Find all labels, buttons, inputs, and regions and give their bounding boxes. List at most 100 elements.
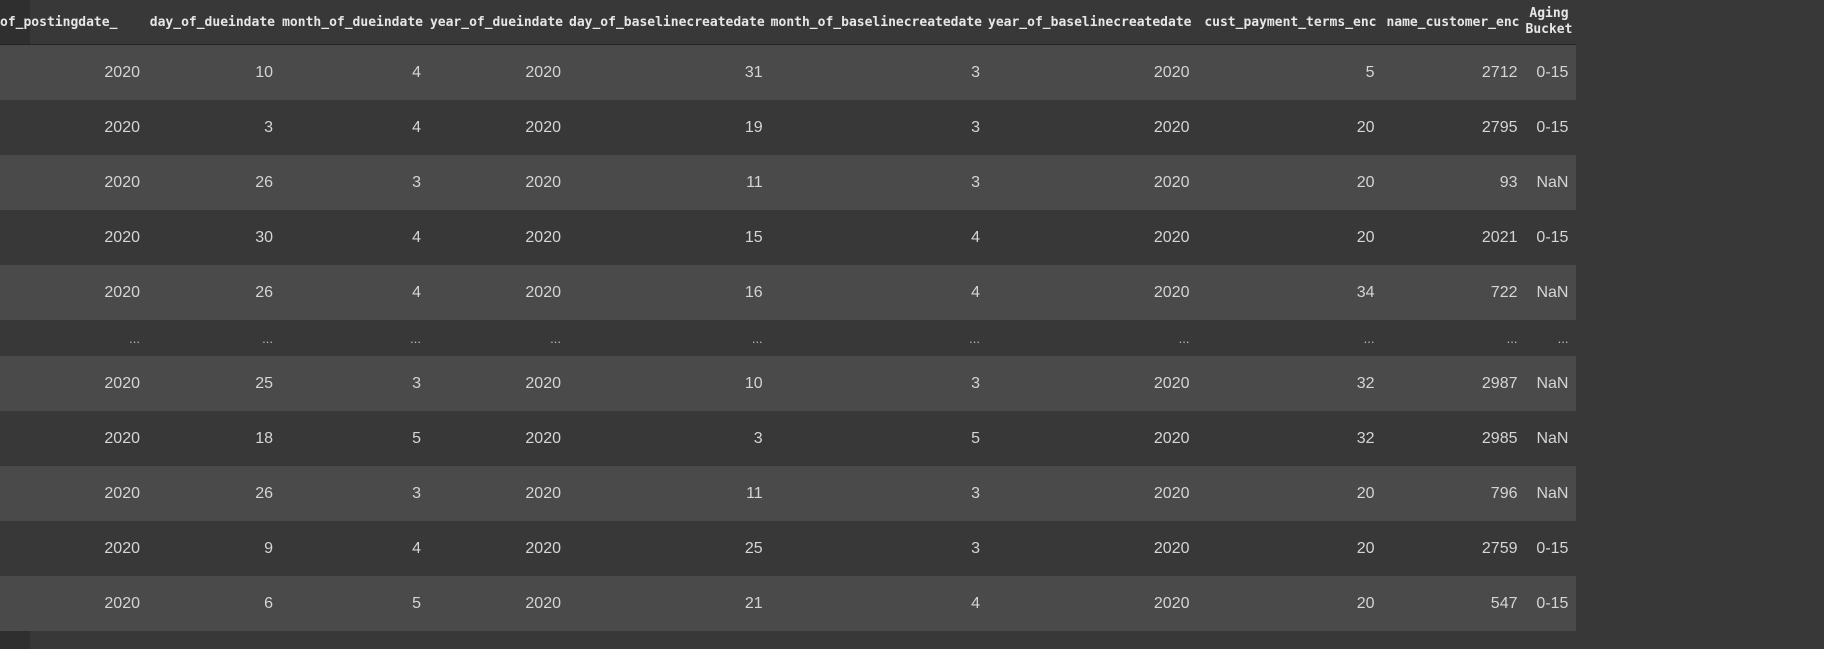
table-cell: 4 xyxy=(281,521,429,576)
table-cell: 3 xyxy=(148,100,281,155)
column-header: year_of_dueindate xyxy=(429,0,569,45)
table-cell: 2020 xyxy=(0,466,148,521)
table-cell: 5 xyxy=(281,411,429,466)
table-cell: 11 xyxy=(569,466,771,521)
table-cell: 4 xyxy=(770,576,988,631)
table-cell: 2020 xyxy=(429,521,569,576)
table-cell: 2020 xyxy=(988,466,1198,521)
table-cell: 3 xyxy=(281,466,429,521)
table-row: 2020 25 3 2020 10 3 2020 32 2987 NaN xyxy=(0,356,1577,411)
ellipsis-cell: ... xyxy=(988,320,1198,356)
ellipsis-cell: ... xyxy=(1382,320,1526,356)
table-cell: 796 xyxy=(1382,466,1526,521)
table-cell: 18 xyxy=(148,411,281,466)
table-cell: 2987 xyxy=(1382,356,1526,411)
table-cell: 5 xyxy=(1197,44,1383,100)
table-row: 2020 26 3 2020 11 3 2020 20 796 NaN xyxy=(0,466,1577,521)
table-cell: 2020 xyxy=(429,265,569,320)
table-row: 2020 18 5 2020 3 5 2020 32 2985 NaN xyxy=(0,411,1577,466)
table-row: 2020 30 4 2020 15 4 2020 20 2021 0-15 xyxy=(0,210,1577,265)
ellipsis-cell: ... xyxy=(1525,320,1577,356)
table-cell: 2020 xyxy=(0,411,148,466)
ellipsis-cell: ... xyxy=(281,320,429,356)
table-cell: 3 xyxy=(281,356,429,411)
table-cell: 2020 xyxy=(429,44,569,100)
table-cell: 5 xyxy=(770,411,988,466)
ellipsis-cell: ... xyxy=(770,320,988,356)
table-cell: 11 xyxy=(569,155,771,210)
ellipsis-cell: ... xyxy=(1197,320,1383,356)
table-row: 2020 9 4 2020 25 3 2020 20 2759 0-15 xyxy=(0,521,1577,576)
table-cell: 0-15 xyxy=(1525,210,1577,265)
table-cell: 25 xyxy=(148,356,281,411)
table-cell: 0-15 xyxy=(1525,521,1577,576)
table-cell: 4 xyxy=(770,265,988,320)
column-header: day_of_dueindate xyxy=(148,0,281,45)
table-cell: 3 xyxy=(770,155,988,210)
table-cell: 2759 xyxy=(1382,521,1526,576)
table-cell: 20 xyxy=(1197,100,1383,155)
column-header: Aging Bucket xyxy=(1525,0,1577,45)
table-cell: 3 xyxy=(770,100,988,155)
table-cell: 25 xyxy=(569,521,771,576)
table-cell: 2020 xyxy=(0,576,148,631)
table-cell: 2020 xyxy=(429,210,569,265)
table-cell: 2020 xyxy=(0,44,148,100)
table-cell: 722 xyxy=(1382,265,1526,320)
table-cell: 3 xyxy=(569,411,771,466)
table-cell: 2020 xyxy=(988,155,1198,210)
table-cell: 30 xyxy=(148,210,281,265)
table-cell: 32 xyxy=(1197,356,1383,411)
table-cell: 19 xyxy=(569,100,771,155)
table-cell: 2020 xyxy=(429,100,569,155)
table-cell: 2020 xyxy=(0,521,148,576)
table-cell: 5 xyxy=(281,576,429,631)
table-cell: 3 xyxy=(281,155,429,210)
table-cell: 20 xyxy=(1197,576,1383,631)
table-cell: 3 xyxy=(770,44,988,100)
table-cell: 15 xyxy=(569,210,771,265)
table-cell: 20 xyxy=(1197,155,1383,210)
table-cell: 2020 xyxy=(988,44,1198,100)
table-cell: 2020 xyxy=(429,411,569,466)
ellipsis-cell: ... xyxy=(429,320,569,356)
ellipsis-row: .............................. xyxy=(0,320,1577,356)
table-row: 2020 26 3 2020 11 3 2020 20 93 NaN xyxy=(0,155,1577,210)
table-cell: 2020 xyxy=(429,466,569,521)
table-cell: 4 xyxy=(281,265,429,320)
table-cell: NaN xyxy=(1525,265,1577,320)
table-cell: 0-15 xyxy=(1525,100,1577,155)
table-row: 2020 3 4 2020 19 3 2020 20 2795 0-15 xyxy=(0,100,1577,155)
table-cell: NaN xyxy=(1525,411,1577,466)
table-cell: 4 xyxy=(281,210,429,265)
table-cell: 2020 xyxy=(0,356,148,411)
table-cell: 4 xyxy=(770,210,988,265)
table-cell: 20 xyxy=(1197,210,1383,265)
table-row: 2020 6 5 2020 21 4 2020 20 547 0-15 xyxy=(0,576,1577,631)
table-cell: 9 xyxy=(148,521,281,576)
table-cell: NaN xyxy=(1525,356,1577,411)
table-cell: 34 xyxy=(1197,265,1383,320)
table-cell: 2020 xyxy=(429,155,569,210)
table-cell: 2020 xyxy=(0,265,148,320)
table-cell: 10 xyxy=(148,44,281,100)
ellipsis-cell: ... xyxy=(569,320,771,356)
table-cell: 16 xyxy=(569,265,771,320)
header-row: _of_postingdate day_of_dueindate month_of_… xyxy=(0,0,1577,45)
table-row: 2020 26 4 2020 16 4 2020 34 722 NaN xyxy=(0,265,1577,320)
table-cell: 2020 xyxy=(0,100,148,155)
table-cell: 93 xyxy=(1382,155,1526,210)
table-cell: 3 xyxy=(770,466,988,521)
table-cell: 2020 xyxy=(988,576,1198,631)
table-cell: NaN xyxy=(1525,155,1577,210)
table-cell: 2021 xyxy=(1382,210,1526,265)
table-cell: 0-15 xyxy=(1525,44,1577,100)
table-cell: 20 xyxy=(1197,521,1383,576)
ellipsis-cell: ... xyxy=(0,320,148,356)
table-cell: 26 xyxy=(148,466,281,521)
table-cell: 2020 xyxy=(988,411,1198,466)
column-header: month_of_dueindate xyxy=(281,0,429,45)
table-cell: 4 xyxy=(281,100,429,155)
table-cell: 0-15 xyxy=(1525,576,1577,631)
table-cell: 2020 xyxy=(429,356,569,411)
